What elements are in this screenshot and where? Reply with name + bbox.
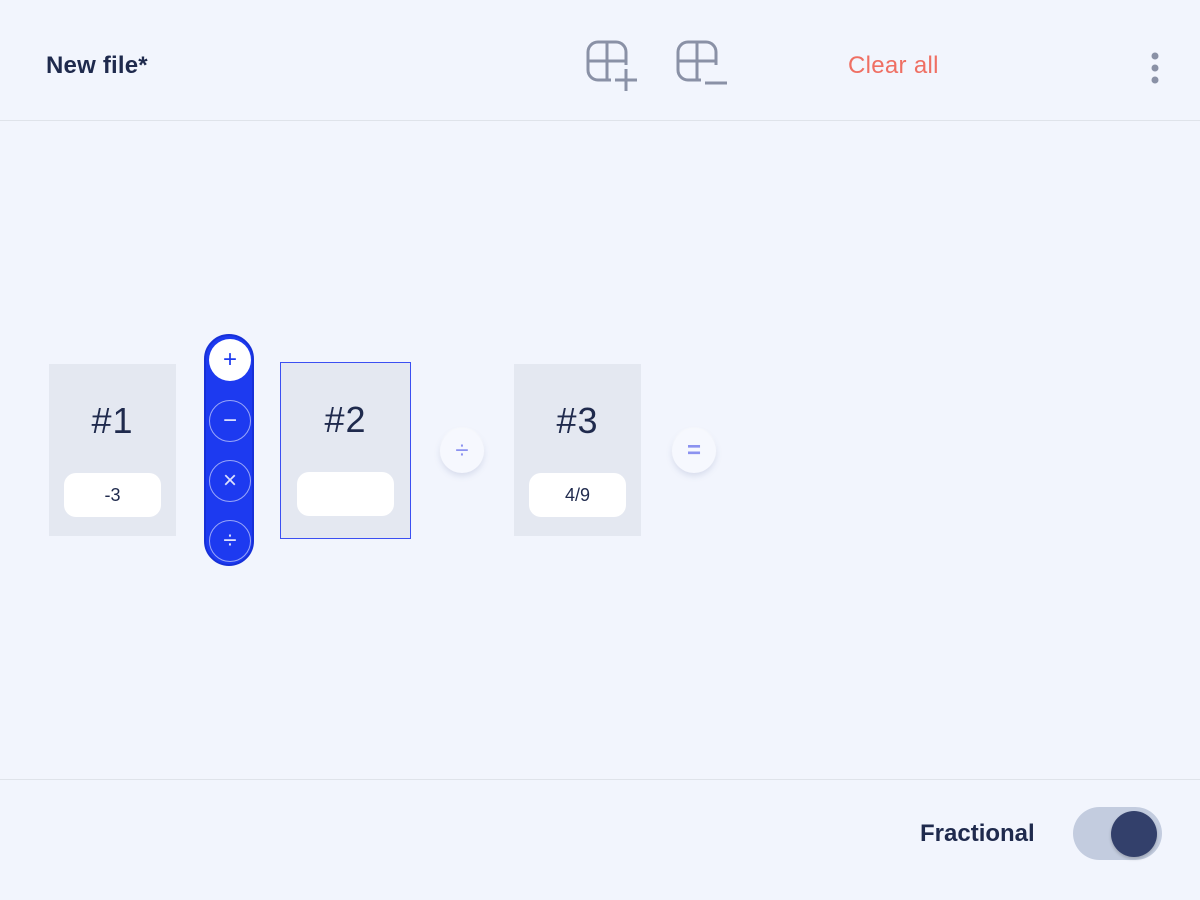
block-value-input[interactable]	[297, 472, 394, 516]
equals-button[interactable]: =	[672, 429, 716, 473]
bottom-bar: Fractional	[0, 779, 1200, 900]
block-label: #3	[556, 400, 599, 441]
add-block-icon	[586, 40, 639, 93]
more-options-button[interactable]	[1140, 48, 1170, 88]
operator-plus-button[interactable]: +	[209, 339, 251, 381]
operator-times-button[interactable]: ×	[209, 460, 251, 502]
add-block-button[interactable]	[582, 36, 642, 96]
operator-minus-button[interactable]: −	[209, 400, 251, 442]
operator-divide-button[interactable]: ÷	[209, 520, 251, 562]
workspace-canvas: #1 + − × ÷ #2 ÷ #3 =	[0, 121, 1200, 779]
block-2[interactable]: #2	[280, 362, 411, 539]
fractional-toggle[interactable]	[1073, 807, 1162, 860]
top-toolbar: New file* Clear all	[0, 0, 1200, 121]
block-3[interactable]: #3	[514, 364, 641, 536]
block-label: #2	[324, 399, 367, 440]
fractional-label: Fractional	[920, 820, 1035, 847]
remove-block-button[interactable]	[672, 36, 732, 96]
block-1[interactable]: #1	[49, 364, 176, 536]
remove-block-icon	[676, 40, 729, 93]
operator-picker: + − × ÷	[204, 334, 254, 566]
clear-all-button[interactable]: Clear all	[848, 52, 939, 80]
block-value-input[interactable]	[529, 473, 626, 517]
connector-divide-button[interactable]: ÷	[440, 429, 484, 473]
toggle-knob	[1111, 811, 1157, 857]
block-value-input[interactable]	[64, 473, 161, 517]
more-vert-icon	[1151, 52, 1159, 84]
block-label: #1	[91, 400, 134, 441]
file-title: New file*	[46, 52, 148, 79]
